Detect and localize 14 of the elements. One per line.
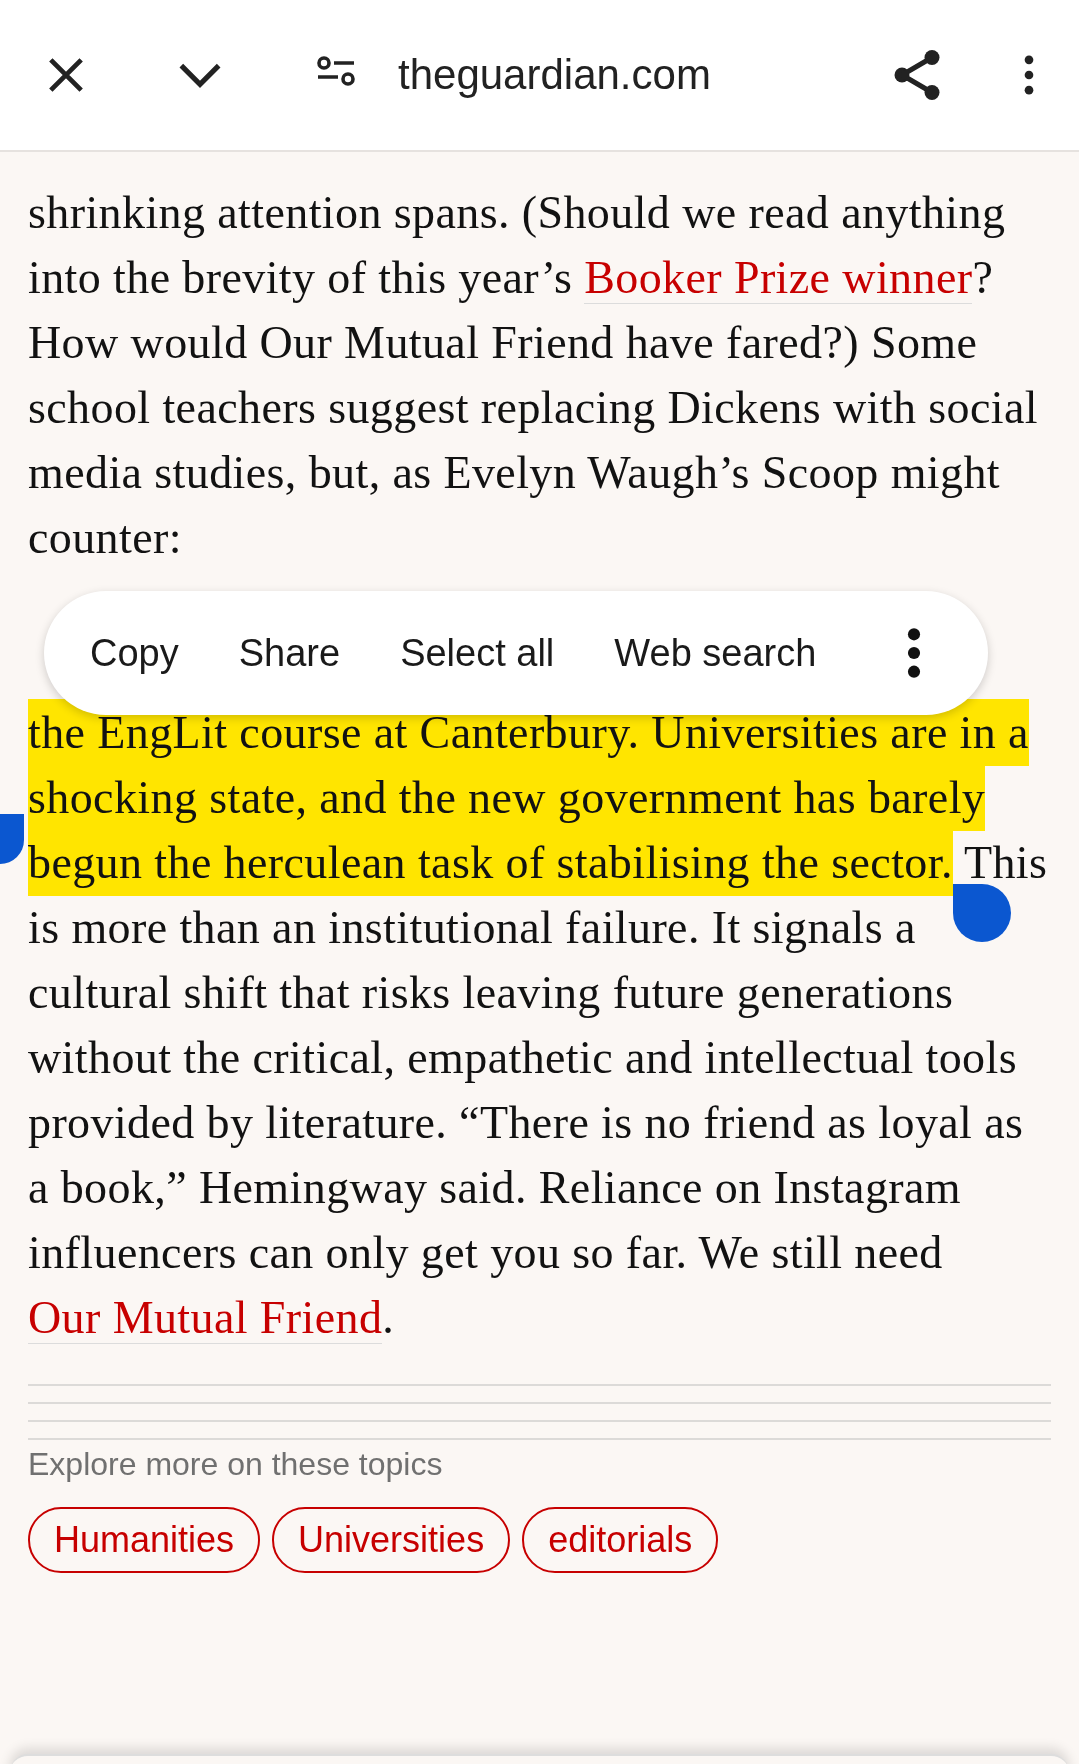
url-text[interactable]: theguardian.com [398, 51, 887, 99]
topic-tag[interactable]: Humanities [28, 1507, 261, 1573]
menu-item[interactable]: Select all [400, 621, 555, 685]
topics-heading: Explore more on these topics [28, 1446, 444, 1483]
article-link[interactable]: Our Mutual Friend [28, 1292, 383, 1344]
selection-handle[interactable] [952, 884, 1011, 942]
menu-item[interactable]: Share [238, 621, 341, 685]
topic-tag[interactable]: editorials [522, 1507, 719, 1573]
menu-item[interactable]: Copy [90, 621, 179, 685]
article-link[interactable]: Booker Prize winner [584, 252, 973, 304]
selection-handle[interactable] [0, 814, 24, 864]
topic-tag[interactable]: Universities [272, 1507, 511, 1573]
article-paragraph: shrinking attention spans. (Should we read anything into the brevity of this year’s Booker Prize winner? How would Our Mutual Friend have fared?) Some school teachers suggest replacing Dickens with social media studies, but, as Evelyn Waugh’s Scoop might counter: [28, 186, 1039, 565]
menu-item[interactable]: Web search [614, 621, 817, 685]
